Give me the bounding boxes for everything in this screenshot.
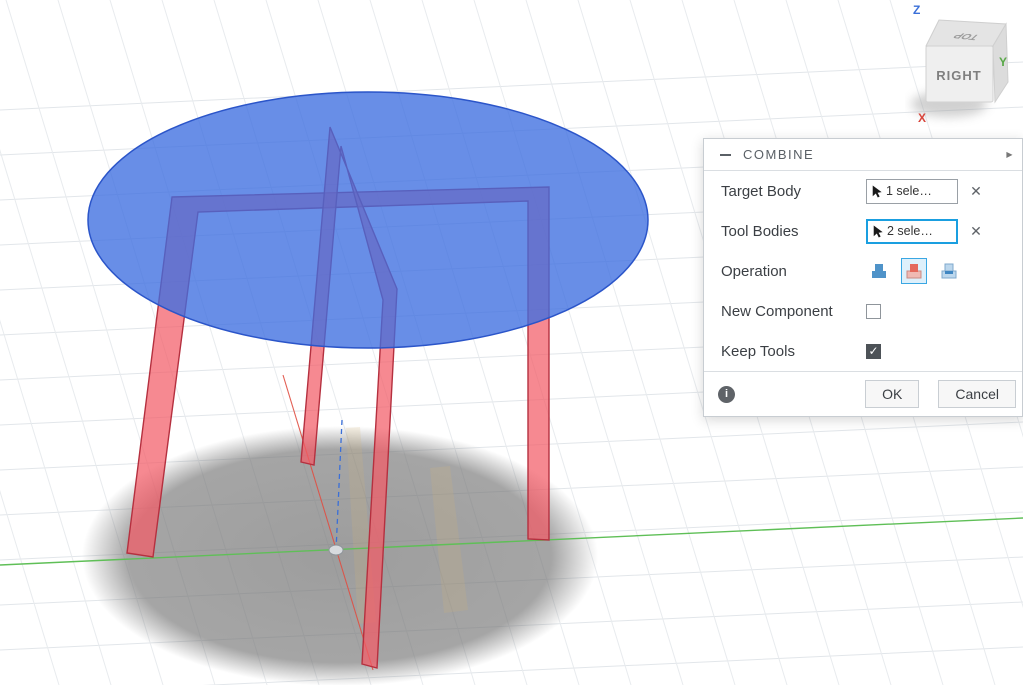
- target-body-selection[interactable]: 1 sele…: [866, 178, 958, 204]
- target-body-count: 1 sele…: [886, 184, 932, 198]
- dialog-footer: i OK Cancel: [704, 371, 1022, 416]
- y-axis-label: Y: [999, 55, 1007, 69]
- viewcube-front-label: RIGHT: [936, 68, 981, 83]
- tool-bodies-selection[interactable]: 2 sele…: [866, 218, 958, 244]
- tool-bodies-label: Tool Bodies: [721, 222, 799, 240]
- keep-tools-row: Keep Tools ✓: [704, 331, 1022, 371]
- cursor-icon: [873, 225, 883, 237]
- origin-marker[interactable]: [328, 544, 344, 556]
- target-body-row: Target Body 1 sele… ✕: [704, 171, 1022, 211]
- operation-row: Operation: [704, 251, 1022, 291]
- tool-bodies-clear-icon[interactable]: ✕: [969, 223, 983, 240]
- operation-join-icon[interactable]: [866, 258, 892, 284]
- viewport-canvas[interactable]: RIGHT TOP Z Y X COMBINE ▶ Target Body 1 …: [0, 0, 1023, 685]
- info-icon[interactable]: i: [718, 385, 735, 403]
- x-axis-label: X: [918, 111, 926, 125]
- combine-dialog: COMBINE ▶ Target Body 1 sele… ✕ Tool Bod…: [703, 138, 1023, 417]
- dialog-title: COMBINE: [743, 147, 815, 162]
- operation-label: Operation: [721, 262, 787, 280]
- cursor-icon: [872, 185, 882, 197]
- operation-intersect-icon[interactable]: [936, 258, 962, 284]
- tool-bodies-count: 2 sele…: [887, 224, 933, 238]
- operation-cut-icon[interactable]: [901, 258, 927, 284]
- cancel-button[interactable]: Cancel: [938, 380, 1016, 408]
- viewcube[interactable]: RIGHT TOP Z Y X: [905, 0, 1023, 132]
- keep-tools-label: Keep Tools: [721, 342, 795, 360]
- target-body-label: Target Body: [721, 182, 802, 200]
- new-component-row: New Component: [704, 291, 1022, 331]
- z-axis-label: Z: [913, 3, 920, 17]
- keep-tools-checkbox[interactable]: ✓: [866, 343, 881, 359]
- expand-arrow-icon[interactable]: ▶: [1006, 150, 1014, 159]
- tool-bodies-row: Tool Bodies 2 sele… ✕: [704, 211, 1022, 251]
- new-component-checkbox[interactable]: [866, 303, 881, 319]
- ok-button[interactable]: OK: [865, 380, 920, 408]
- collapse-icon[interactable]: [720, 153, 731, 156]
- new-component-label: New Component: [721, 302, 833, 320]
- target-body-clear-icon[interactable]: ✕: [969, 183, 983, 200]
- dialog-header: COMBINE ▶: [704, 139, 1022, 171]
- tabletop-body[interactable]: [87, 91, 649, 349]
